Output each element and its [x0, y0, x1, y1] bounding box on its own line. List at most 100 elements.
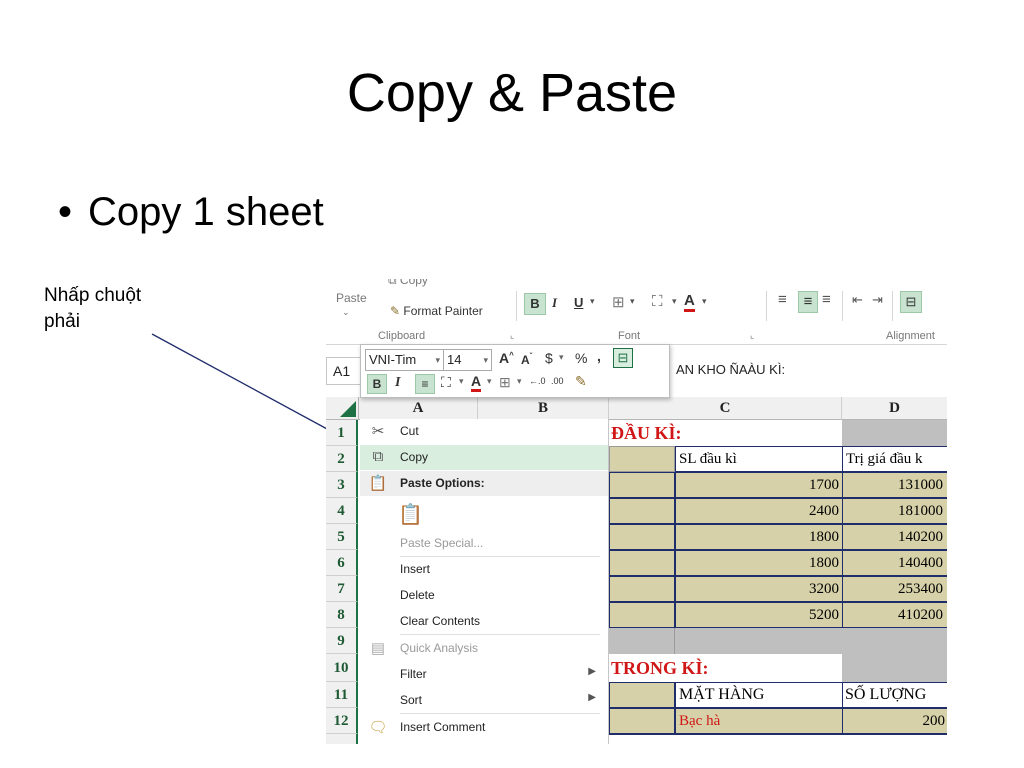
align-left-icon[interactable]: ≡ — [778, 291, 787, 308]
row-header[interactable]: 1 — [326, 420, 358, 446]
column-header-c[interactable]: C — [609, 397, 842, 420]
copy-ribbon-button[interactable]: ⧉ Copy — [388, 279, 428, 288]
font-launcher-icon[interactable]: ⌞ — [750, 330, 754, 341]
cell-d-value[interactable]: 181000 — [842, 498, 947, 524]
borders-mini-icon[interactable]: ⊞ — [499, 374, 511, 391]
cell-d-value[interactable]: 140200 — [842, 524, 947, 550]
decrease-indent-icon[interactable]: ⇤ — [852, 292, 863, 308]
underline-dropdown-icon[interactable]: ▾ — [590, 296, 595, 307]
cell-d-value[interactable]: 410200 — [842, 602, 947, 628]
row-header[interactable]: 8 — [326, 602, 358, 628]
fill-mini-dropdown-icon[interactable]: ▾ — [459, 376, 464, 387]
cell-c9[interactable] — [675, 628, 843, 654]
cell-b11[interactable] — [609, 682, 675, 708]
italic-ribbon-button[interactable]: I — [552, 295, 557, 311]
row-header[interactable]: 2 — [326, 446, 358, 472]
align-right-icon[interactable]: ≡ — [822, 291, 831, 308]
font-name-dropdown-icon[interactable]: ▾ — [435, 350, 440, 370]
cell-d-value[interactable]: 131000 — [842, 472, 947, 498]
cell-b-tan[interactable] — [609, 524, 675, 550]
bold-mini-button[interactable]: B — [367, 374, 387, 394]
borders-mini-dropdown-icon[interactable]: ▾ — [517, 376, 522, 387]
cell-c-value[interactable]: 2400 — [675, 498, 843, 524]
menu-item-delete[interactable]: Delete — [360, 583, 608, 608]
font-color-icon[interactable]: A — [684, 292, 695, 312]
row-header[interactable]: 6 — [326, 550, 358, 576]
menu-item-quick-analysis[interactable]: ▤ Quick Analysis — [360, 636, 608, 661]
italic-mini-button[interactable]: I — [395, 375, 400, 391]
cell-b-tan[interactable] — [609, 472, 675, 498]
cell-b-tan[interactable] — [609, 602, 675, 628]
increase-font-icon[interactable]: A^ — [499, 350, 514, 366]
paste-dropdown-icon[interactable]: ⌄ — [342, 307, 350, 318]
cell-d11-header[interactable]: SỐ LƯỢNG — [842, 682, 947, 708]
fill-color-mini-icon[interactable]: ⛶ — [441, 374, 451, 391]
column-header-b[interactable]: B — [478, 397, 609, 420]
formula-input[interactable]: AN KHO ÑAÀU KÌ: — [676, 362, 785, 377]
cell-d-value[interactable]: 140400 — [842, 550, 947, 576]
menu-item-clear-contents[interactable]: Clear Contents — [360, 609, 608, 634]
merge-center-mini-icon[interactable]: ⊟ — [613, 348, 633, 368]
align-center-icon[interactable]: ≡ — [798, 291, 818, 313]
align-center-mini-icon[interactable]: ≡ — [415, 374, 435, 394]
font-color-mini-icon[interactable]: A — [471, 373, 482, 392]
paste-button[interactable]: Paste — [336, 291, 367, 305]
borders-icon[interactable]: ⊞ — [612, 293, 625, 311]
decrease-font-icon[interactable]: Aˇ — [521, 352, 532, 367]
merge-center-icon[interactable]: ⊟ — [900, 291, 922, 313]
row-header[interactable]: 7 — [326, 576, 358, 602]
cell-b9[interactable] — [609, 628, 675, 654]
bold-ribbon-button[interactable]: B — [524, 293, 546, 315]
cell-b2[interactable] — [609, 446, 675, 472]
cell-c12[interactable]: Bạc hà — [675, 708, 843, 734]
font-size-field[interactable]: 14 ▾ — [443, 349, 492, 371]
increase-indent-icon[interactable]: ⇥ — [872, 292, 883, 308]
menu-item-cut[interactable]: ✂ Cut — [360, 419, 608, 444]
cell-b1-dau-ki[interactable]: ĐẦU KÌ: — [609, 420, 842, 446]
font-size-dropdown-icon[interactable]: ▾ — [483, 350, 488, 370]
row-header[interactable]: 10 — [326, 654, 358, 682]
menu-item-filter[interactable]: Filter ▶ — [360, 662, 608, 687]
cell-c-value[interactable]: 5200 — [675, 602, 843, 628]
borders-dropdown-icon[interactable]: ▾ — [630, 296, 635, 307]
cell-d10[interactable] — [842, 654, 947, 682]
cell-c-value[interactable]: 1800 — [675, 524, 843, 550]
row-header[interactable] — [326, 734, 358, 744]
fill-dropdown-icon[interactable]: ▾ — [672, 296, 677, 307]
font-color-dropdown-icon[interactable]: ▾ — [702, 296, 707, 307]
menu-item-sort[interactable]: Sort ▶ — [360, 688, 608, 713]
comma-button[interactable]: , — [597, 348, 601, 364]
cell-b10-trong-ki[interactable]: TRONG KÌ: — [609, 654, 842, 682]
menu-paste-option[interactable]: 📋 — [360, 497, 608, 529]
cell-c-value[interactable]: 3200 — [675, 576, 843, 602]
menu-item-insert[interactable]: Insert — [360, 557, 608, 582]
currency-button[interactable]: $ — [545, 350, 553, 366]
cell-b12[interactable] — [609, 708, 675, 734]
percent-button[interactable]: % — [575, 350, 587, 366]
cell-b-tan[interactable] — [609, 498, 675, 524]
fill-color-icon[interactable]: ⛶ — [652, 293, 663, 310]
cell-d1[interactable] — [842, 420, 947, 446]
format-painter-mini-icon[interactable]: ✎ — [575, 373, 587, 390]
row-header[interactable]: 9 — [326, 628, 358, 654]
row-header[interactable]: 12 — [326, 708, 358, 734]
cell-c-value[interactable]: 1800 — [675, 550, 843, 576]
currency-dropdown-icon[interactable]: ▾ — [559, 352, 564, 363]
row-header[interactable]: 5 — [326, 524, 358, 550]
font-color-mini-dropdown-icon[interactable]: ▾ — [487, 376, 492, 387]
clipboard-launcher-icon[interactable]: ⌞ — [510, 330, 514, 341]
menu-item-copy[interactable]: ⧉ Copy — [360, 445, 608, 470]
cell-d12[interactable]: 200 — [842, 708, 947, 734]
font-name-field[interactable]: VNI-Tim ▾ — [365, 349, 444, 371]
cell-c-value[interactable]: 1700 — [675, 472, 843, 498]
row-header[interactable]: 3 — [326, 472, 358, 498]
cell-c2-header[interactable]: SL đầu kì — [675, 446, 843, 472]
decrease-decimal-icon[interactable]: .00 — [551, 376, 564, 386]
menu-item-insert-comment[interactable]: 🗨 Insert Comment — [360, 715, 608, 740]
underline-ribbon-button[interactable]: U — [574, 295, 583, 310]
increase-decimal-icon[interactable]: ←.0 — [529, 376, 546, 386]
select-all-corner[interactable] — [326, 397, 359, 420]
menu-item-paste-special[interactable]: Paste Special... — [360, 531, 608, 556]
row-header[interactable]: 4 — [326, 498, 358, 524]
format-painter-button[interactable]: ✎ Format Painter — [390, 304, 483, 318]
